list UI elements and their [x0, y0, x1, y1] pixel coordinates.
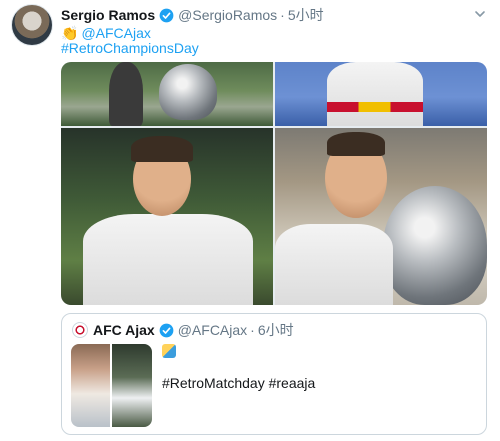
photo-2[interactable] — [275, 62, 487, 126]
quoted-author-name[interactable]: AFC Ajax — [93, 322, 155, 338]
trophy-shape — [383, 186, 487, 305]
verified-badge-icon — [159, 323, 174, 337]
author-name[interactable]: Sergio Ramos — [61, 7, 155, 23]
quoted-tweet-header: AFC Ajax @AFCAjax · 6小时 — [93, 321, 294, 339]
player-legs-shape — [109, 62, 143, 126]
photo-3[interactable] — [61, 128, 273, 305]
tweet-timestamp[interactable]: 5小时 — [288, 5, 324, 25]
separator-dot: · — [250, 322, 255, 338]
player-hair-shape — [131, 136, 193, 162]
player-hair-shape — [327, 132, 385, 156]
hashtag-link[interactable]: #RetroChampionsDay — [61, 40, 199, 56]
author-handle[interactable]: @SergioRamos — [178, 7, 277, 23]
retro-emoji-icon — [162, 344, 176, 358]
quoted-tweet-text: #RetroMatchday #reaaja — [162, 375, 316, 391]
quoted-photo-1[interactable] — [71, 344, 110, 427]
verified-badge-icon — [159, 8, 174, 22]
quoted-tweet[interactable]: AFC Ajax @AFCAjax · 6小时 #RetroMatchday #… — [61, 313, 487, 435]
jersey-shape — [275, 224, 393, 305]
avatar[interactable] — [11, 4, 53, 46]
trophy-shape — [159, 64, 217, 120]
tweet-header: Sergio Ramos @SergioRamos · 5小时 — [61, 6, 324, 24]
photo-1[interactable] — [61, 62, 273, 126]
quoted-photo-2[interactable] — [112, 344, 152, 427]
quoted-tweet-timestamp[interactable]: 6小时 — [258, 320, 294, 340]
tweet-card[interactable]: Sergio Ramos @SergioRamos · 5小时 👏 @AFCAj… — [0, 0, 500, 441]
jersey-shape — [83, 214, 253, 305]
jersey-shape — [327, 62, 423, 126]
flag-stripe-shape — [327, 102, 423, 112]
photo-grid — [61, 62, 487, 305]
photo-4[interactable] — [275, 128, 487, 305]
chevron-down-icon[interactable] — [474, 8, 486, 20]
separator-dot: · — [280, 7, 285, 23]
tweet-text-line-2: #RetroChampionsDay — [61, 39, 199, 57]
quoted-author-handle[interactable]: @AFCAjax — [178, 322, 247, 338]
ajax-logo-avatar[interactable] — [72, 322, 88, 338]
